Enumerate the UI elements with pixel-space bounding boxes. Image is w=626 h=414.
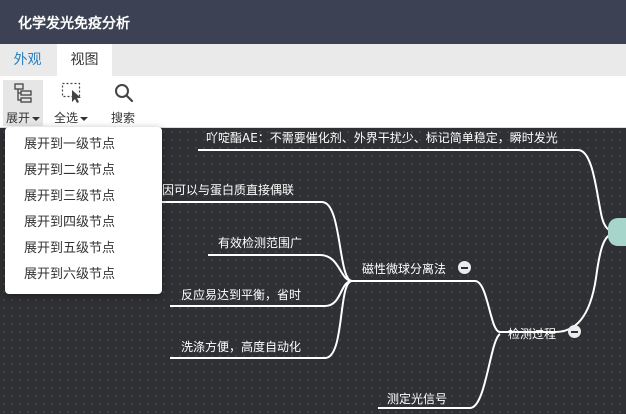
tab-appearance[interactable]: 外观 (0, 44, 55, 76)
tab-bar: 外观 视图 (0, 44, 626, 76)
connector-root-detection (554, 233, 613, 333)
node-ae[interactable]: 吖啶酯AE：不需要催化剂、外界干扰少、标记简单稳定，瞬时发光 (206, 129, 558, 146)
node-fast-equilibrium[interactable]: 反应易达到平衡，省时 (181, 286, 301, 303)
menu-item-expand-level-6[interactable]: 展开到六级节点 (5, 262, 162, 288)
select-all-label-wrap: 全选 (51, 109, 91, 126)
tab-view[interactable]: 视图 (57, 44, 112, 76)
app-title: 化学发光免疫分析 (18, 16, 130, 32)
connector-magnetic-range (208, 254, 353, 282)
menu-item-expand-level-3[interactable]: 展开到三级节点 (5, 184, 162, 210)
search-button[interactable]: 搜索 (103, 80, 143, 126)
collapse-icon[interactable] (568, 325, 581, 338)
expand-button[interactable]: 展开 (3, 80, 43, 126)
toolbar: 展开 全选 搜索 (0, 76, 626, 128)
menu-item-expand-level-1[interactable]: 展开到一级节点 (5, 132, 162, 158)
node-measure-signal[interactable]: 测定光信号 (387, 390, 447, 407)
node-magnetic-separation[interactable]: 磁性微球分离法 (362, 260, 446, 277)
select-all-label: 全选 (53, 111, 78, 125)
search-label: 搜索 (110, 111, 135, 125)
tree-expand-icon (14, 83, 32, 103)
select-all-button[interactable]: 全选 (51, 80, 91, 126)
expand-label: 展开 (5, 111, 30, 125)
expand-dropdown-menu: 展开到一级节点 展开到二级节点 展开到三级节点 展开到四级节点 展开到五级节点 … (5, 127, 162, 294)
menu-item-expand-level-5[interactable]: 展开到五级节点 (5, 236, 162, 262)
select-cursor-icon (61, 82, 81, 103)
menu-item-expand-level-2[interactable]: 展开到二级节点 (5, 158, 162, 184)
node-detection-process[interactable]: 检测过程 (508, 325, 556, 342)
collapse-icon[interactable] (458, 261, 471, 274)
node-wide-range[interactable]: 有效检测范围广 (218, 234, 302, 251)
chevron-down-icon (80, 116, 88, 121)
chevron-down-icon (32, 116, 40, 121)
root-node[interactable] (608, 218, 626, 246)
title-bar: 化学发光免疫分析 (0, 0, 626, 44)
search-icon (115, 84, 134, 103)
node-automation[interactable]: 洗涤方便，高度自动化 (181, 338, 301, 355)
node-gene-coupling[interactable]: 基因可以与蛋白质直接偶联 (150, 181, 294, 198)
menu-item-expand-level-4[interactable]: 展开到四级节点 (5, 210, 162, 236)
expand-label-wrap: 展开 (3, 109, 43, 126)
